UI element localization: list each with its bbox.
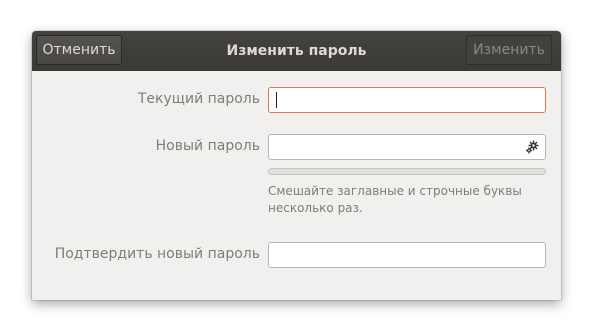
gear-icon[interactable]	[524, 139, 540, 155]
change-button[interactable]: Изменить	[466, 35, 552, 65]
current-password-input[interactable]	[268, 87, 546, 113]
new-password-input[interactable]	[268, 134, 546, 160]
change-password-dialog: Отменить Изменить пароль Изменить Текущи…	[32, 31, 561, 300]
confirm-password-input[interactable]	[268, 242, 546, 268]
text-cursor	[276, 92, 277, 108]
password-strength-bar	[268, 168, 546, 175]
new-password-label: Новый пароль	[155, 138, 260, 154]
current-password-label: Текущий пароль	[137, 91, 260, 107]
cancel-button[interactable]: Отменить	[36, 35, 122, 65]
header-bar: Отменить Изменить пароль Изменить	[32, 31, 561, 71]
password-hint: Смешайте заглавные и строчные буквы неск…	[268, 184, 522, 215]
confirm-password-label: Подтвердить новый пароль	[54, 246, 260, 262]
